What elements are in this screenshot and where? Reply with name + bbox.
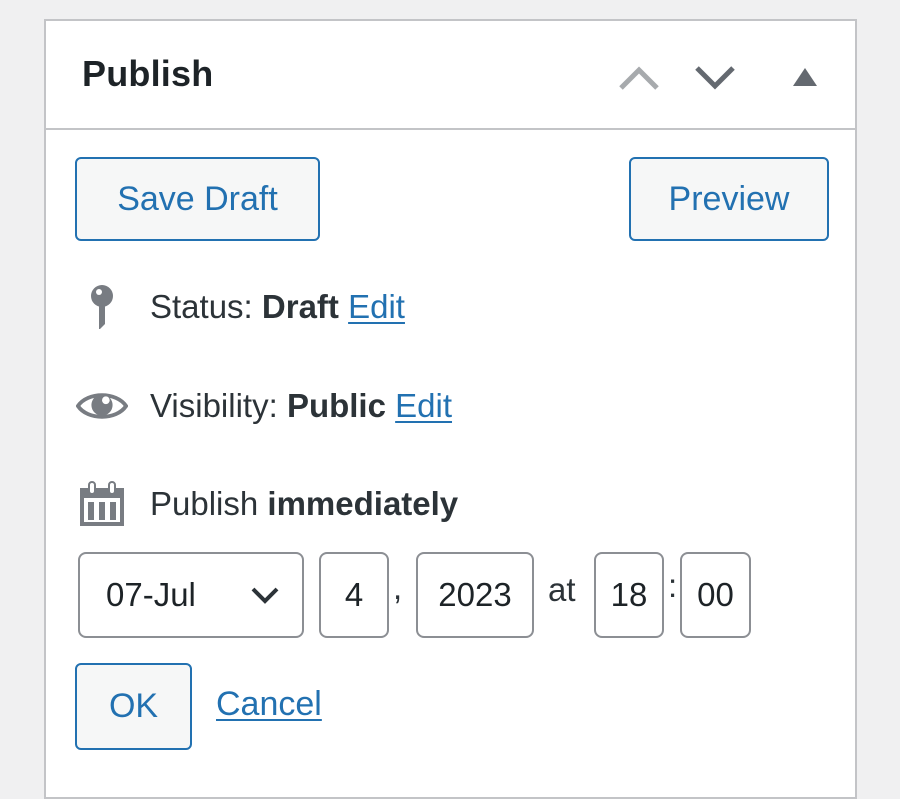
schedule-label: Publish — [150, 485, 259, 522]
visibility-label: Visibility: — [150, 387, 278, 424]
save-draft-button[interactable]: Save Draft — [75, 157, 320, 241]
chevron-down-icon — [695, 66, 735, 90]
year-input[interactable]: 2023 — [416, 552, 534, 638]
day-input[interactable]: 4 — [319, 552, 389, 638]
publish-panel: Publish Save Draft Preview Status: Draft… — [44, 19, 857, 799]
ok-button[interactable]: OK — [75, 663, 192, 750]
panel-header: Publish — [46, 21, 855, 130]
schedule-row: Publish immediately — [76, 480, 458, 528]
triangle-up-icon — [793, 68, 817, 86]
calendar-icon — [76, 480, 128, 528]
toggle-panel-button[interactable] — [782, 57, 828, 97]
move-down-button[interactable] — [692, 57, 738, 97]
pin-icon — [76, 283, 128, 331]
cancel-link[interactable]: Cancel — [216, 685, 322, 724]
at-label: at — [548, 571, 576, 608]
preview-button[interactable]: Preview — [629, 157, 829, 241]
panel-title: Publish — [82, 53, 214, 94]
status-value: Draft — [261, 288, 339, 325]
visibility-row: Visibility: Public Edit — [76, 382, 452, 430]
time-colon: : — [668, 567, 678, 604]
schedule-value: immediately — [267, 485, 459, 522]
month-select[interactable]: 07-Jul — [78, 552, 304, 638]
eye-icon — [76, 382, 128, 430]
minute-input[interactable]: 00 — [680, 552, 751, 638]
visibility-value: Public — [286, 387, 386, 424]
chevron-down-icon — [251, 587, 279, 604]
hour-input[interactable]: 18 — [594, 552, 664, 638]
date-comma: , — [393, 569, 403, 606]
edit-visibility-link[interactable]: Edit — [395, 387, 452, 425]
status-label: Status: — [150, 288, 253, 325]
move-up-button[interactable] — [616, 57, 662, 97]
month-value: 07-Jul — [106, 576, 196, 613]
edit-status-link[interactable]: Edit — [348, 288, 405, 326]
status-row: Status: Draft Edit — [76, 283, 405, 331]
chevron-up-icon — [619, 66, 659, 90]
